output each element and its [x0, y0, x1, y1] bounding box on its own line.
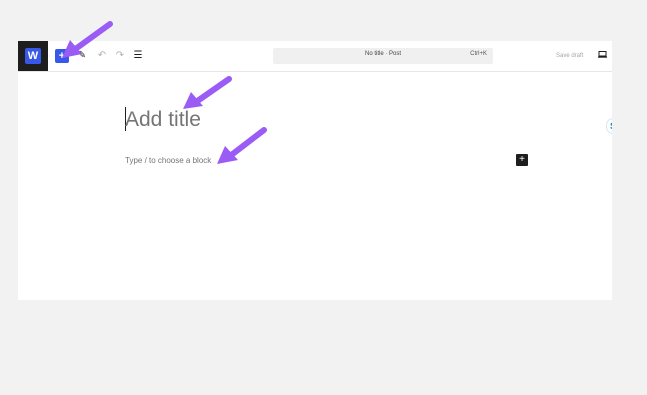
editor-canvas: W + ✎ ↶ ↷ ☰ No title · Post Ctrl+K Save … [18, 41, 612, 300]
save-draft-button[interactable]: Save draft [556, 53, 583, 59]
annotation-arrow-title [183, 76, 232, 109]
document-overview-icon[interactable]: ☰ [132, 49, 144, 63]
wordpress-logo-button[interactable]: W [18, 41, 48, 71]
add-block-button[interactable]: + [516, 154, 528, 166]
annotation-arrow-inserter [62, 21, 113, 58]
command-shortcut-label: Ctrl+K [470, 51, 487, 57]
block-placeholder[interactable]: Type / to choose a block [125, 156, 211, 165]
annotation-arrow-block [217, 127, 267, 164]
preview-icon[interactable] [598, 51, 607, 58]
wordpress-icon: W [25, 48, 41, 64]
command-palette-bar[interactable]: No title · Post Ctrl+K [273, 48, 493, 64]
document-title-label: No title · Post [364, 51, 401, 57]
grammar-assistant-icon[interactable]: S [606, 118, 612, 134]
